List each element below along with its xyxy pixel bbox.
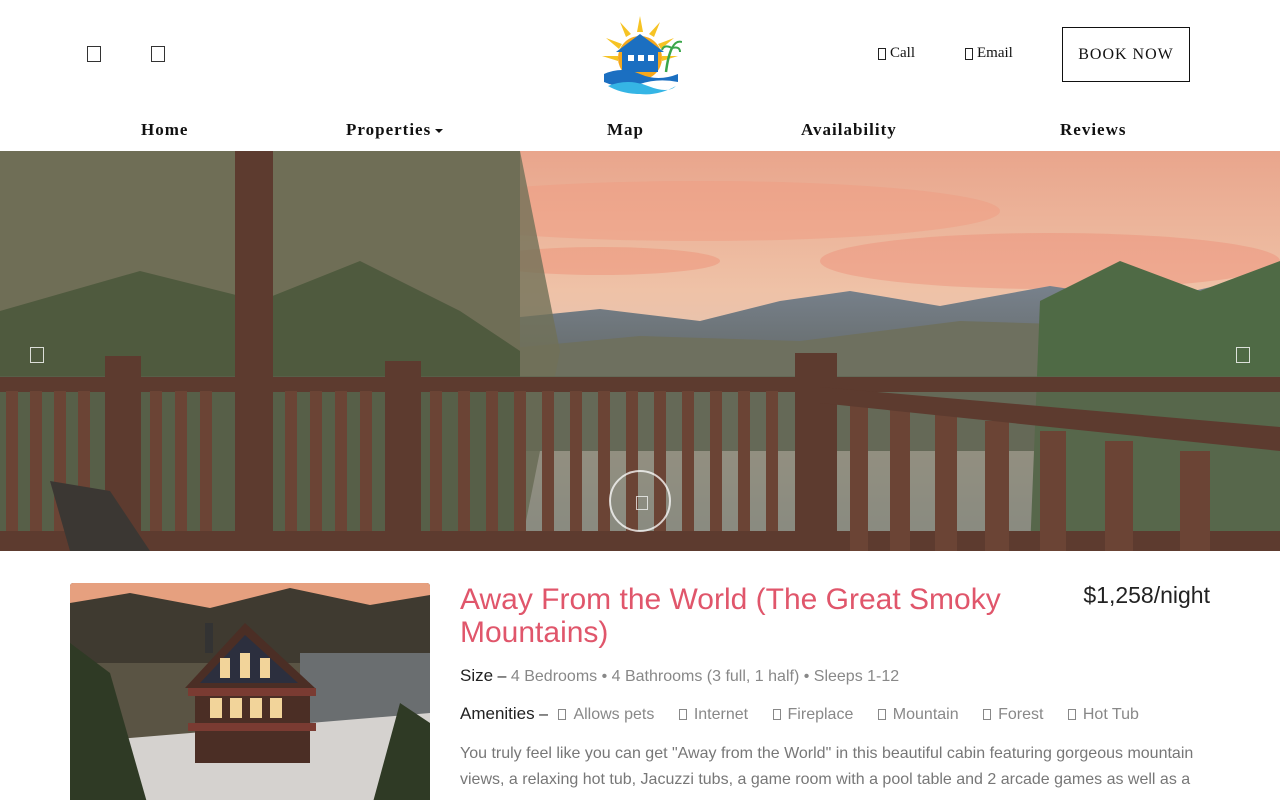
nav-item-home[interactable]: Home <box>141 120 188 140</box>
amenity-label: Internet <box>693 706 749 723</box>
paw-icon <box>558 709 567 720</box>
fire-icon <box>772 709 781 720</box>
call-label: Call <box>890 45 915 61</box>
facebook-icon[interactable] <box>87 46 101 62</box>
amenity-label: Mountain <box>892 706 959 723</box>
chevron-right-icon[interactable] <box>1236 347 1250 363</box>
cabin-image <box>70 583 430 800</box>
caret-down-icon <box>435 129 444 134</box>
hero-slideshow[interactable] <box>0 151 1280 551</box>
phone-icon <box>878 47 886 60</box>
nav-item-reviews[interactable]: Reviews <box>1060 120 1126 140</box>
envelope-icon <box>965 47 973 60</box>
nav-item-properties-label: Properties <box>346 120 432 139</box>
amenity-forest: Forest <box>983 706 1043 724</box>
mountain-icon <box>877 709 886 720</box>
email-link[interactable]: Email <box>965 45 1013 62</box>
property-price: $1,258/night <box>1083 582 1210 608</box>
amenity-label: Forest <box>998 706 1044 723</box>
amenities-label: Amenities <box>460 704 535 723</box>
amenity-hot-tub: Hot Tub <box>1067 706 1139 724</box>
amenity-internet: Internet <box>678 706 749 724</box>
size-row: Size – 4 Bedrooms • 4 Bathrooms (3 full,… <box>460 666 900 685</box>
property-title[interactable]: Away From the World (The Great Smoky Mou… <box>460 583 1040 649</box>
amenity-fireplace: Fireplace <box>772 706 854 724</box>
book-now-button[interactable]: BOOK NOW <box>1062 27 1190 82</box>
play-icon[interactable] <box>609 470 671 532</box>
amenity-allows-pets: Allows pets <box>558 706 654 724</box>
amenity-mountain: Mountain <box>877 706 959 724</box>
main-nav: Home Properties Map Availability Reviews <box>0 112 1280 150</box>
call-link[interactable]: Call <box>878 45 915 62</box>
size-label: Size <box>460 666 494 685</box>
nav-item-map[interactable]: Map <box>607 120 644 140</box>
amenity-label: Allows pets <box>573 706 655 723</box>
tree-icon <box>983 709 992 720</box>
amenities-row: Amenities – Allows pets Internet Firepla… <box>460 704 1139 724</box>
instagram-icon[interactable] <box>151 46 165 62</box>
site-logo[interactable] <box>598 12 683 96</box>
site-header: Call Email BOOK NOW <box>0 0 1280 110</box>
nav-item-availability[interactable]: Availability <box>801 120 897 140</box>
wifi-icon <box>678 709 687 720</box>
size-value: 4 Bedrooms • 4 Bathrooms (3 full, 1 half… <box>510 668 900 685</box>
hot-tub-icon <box>1067 709 1076 720</box>
chevron-left-icon[interactable] <box>30 347 44 363</box>
beach-house-logo-icon <box>602 16 683 95</box>
property-thumbnail[interactable] <box>70 583 430 800</box>
nav-item-properties[interactable]: Properties <box>346 120 444 140</box>
email-label: Email <box>977 45 1013 61</box>
amenity-label: Hot Tub <box>1082 706 1139 723</box>
amenity-label: Fireplace <box>787 706 854 723</box>
property-description: You truly feel like you can get "Away fr… <box>460 745 1194 788</box>
